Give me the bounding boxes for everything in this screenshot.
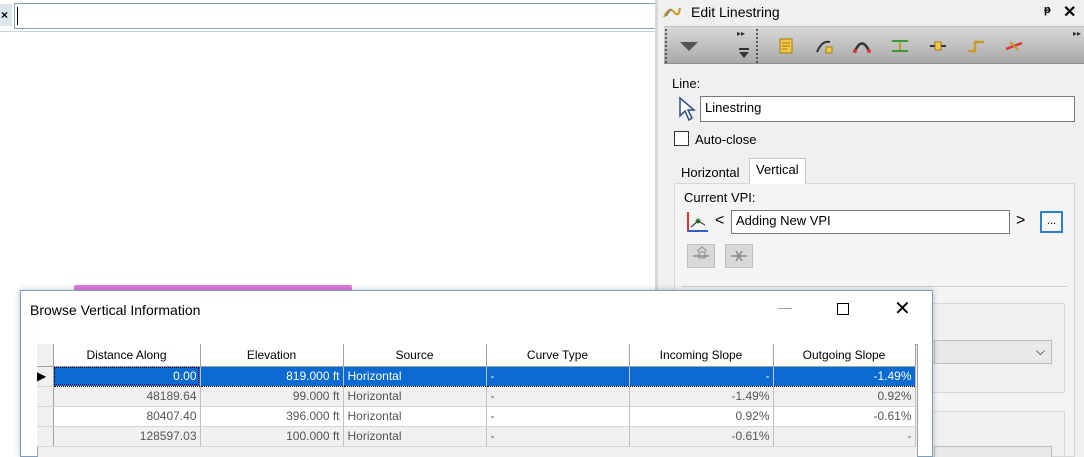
table-row[interactable]: 48189.64 99.000 ft Horizontal - -1.49% 0… <box>37 386 916 407</box>
overflow-chevron-icon[interactable] <box>738 47 750 59</box>
vpi-axes-icon <box>687 212 708 232</box>
outgoing-slope-cell[interactable]: -1.49% <box>773 366 916 387</box>
insert-icon[interactable] <box>928 36 948 56</box>
current-vpi-label: Current VPI: <box>684 190 756 205</box>
distance-cell[interactable]: 48189.64 <box>53 386 201 407</box>
auto-close-label: Auto-close <box>695 132 757 147</box>
chevron-down-icon: ⌵ <box>1035 344 1045 358</box>
dialog-title: Browse Vertical Information <box>30 302 201 318</box>
curve-type-cell[interactable]: - <box>486 386 630 407</box>
row-indicator <box>37 426 54 447</box>
document-tab-strip: × <box>0 0 655 32</box>
close-icon[interactable]: ✕ <box>1063 2 1076 22</box>
edit-toolbar: ▸▸ ▸▸ <box>664 26 1084 64</box>
incoming-slope-cell[interactable]: -0.61% <box>629 426 774 447</box>
line-label: Line: <box>672 76 701 91</box>
previous-vpi-button[interactable]: < <box>715 212 724 230</box>
incoming-slope-cell[interactable]: -1.49% <box>629 386 774 407</box>
close-tab-button[interactable]: × <box>0 4 12 26</box>
tab-horizontal[interactable]: Horizontal <box>676 163 745 183</box>
chevron-down-icon[interactable] <box>678 36 700 58</box>
linestring-edit-icon <box>663 7 681 18</box>
vpi-browse-button[interactable]: ... <box>1040 211 1063 233</box>
step-icon[interactable] <box>966 36 986 56</box>
close-dialog-button[interactable]: ✕ <box>894 296 911 321</box>
overflow-icon[interactable]: ▸▸ <box>737 29 745 38</box>
outgoing-slope-cell[interactable]: 0.92% <box>773 386 916 407</box>
maximize-button[interactable] <box>837 303 849 315</box>
panel-title-bar: Edit Linestring ᵽ ✕ <box>658 0 1084 24</box>
row-indicator <box>37 386 54 407</box>
elevation-cell[interactable]: 100.000 ft <box>200 426 344 447</box>
distance-cell[interactable]: 80407.40 <box>53 406 201 427</box>
column-header[interactable]: Incoming Slope <box>629 344 774 367</box>
distance-cell[interactable]: 128597.03 <box>53 426 201 447</box>
properties-dropdown-2[interactable] <box>934 446 1052 457</box>
add-point-icon[interactable] <box>814 36 834 56</box>
arc-icon[interactable] <box>852 36 872 56</box>
curve-type-cell[interactable]: - <box>486 426 630 447</box>
tab-vertical[interactable]: Vertical <box>749 158 806 184</box>
source-cell[interactable]: Horizontal <box>343 406 487 427</box>
delete-vpi-icon <box>731 250 747 262</box>
elevation-cell[interactable]: 819.000 ft <box>200 366 344 387</box>
table-row[interactable]: ▶ 0.00 819.000 ft Horizontal - - -1.49% <box>37 366 916 387</box>
browse-vertical-dialog: Browse Vertical Information — ✕ Distance… <box>20 290 933 457</box>
source-cell[interactable]: Horizontal <box>343 366 487 387</box>
toolbar-grip[interactable] <box>665 29 669 63</box>
table-row[interactable]: 128597.03 100.000 ft Horizontal - -0.61%… <box>37 426 916 447</box>
outgoing-slope-cell[interactable]: - <box>773 426 916 447</box>
toolbar-overflow-icon[interactable]: ▸▸ <box>1073 29 1081 38</box>
vertical-info-table: Distance Along Elevation Source Curve Ty… <box>37 344 916 447</box>
outgoing-slope-cell[interactable]: -0.61% <box>773 406 916 427</box>
column-header[interactable]: Curve Type <box>486 344 630 367</box>
column-header[interactable]: Source <box>343 344 487 367</box>
text-cursor <box>17 7 18 25</box>
current-vpi-input[interactable]: Adding New VPI <box>731 210 1010 234</box>
delete-segment-icon[interactable] <box>1004 36 1024 56</box>
properties-dropdown[interactable]: ⌵ <box>934 340 1052 364</box>
incoming-slope-cell[interactable]: - <box>629 366 774 387</box>
pin-icon[interactable]: ᵽ <box>1044 4 1051 16</box>
minimize-button[interactable]: — <box>778 299 792 315</box>
delete-vpi-button[interactable] <box>725 244 753 268</box>
elevation-cell[interactable]: 99.000 ft <box>200 386 344 407</box>
insert-vpi-icon <box>693 246 709 259</box>
curve-type-cell[interactable]: - <box>486 406 630 427</box>
distance-cell[interactable]: 0.00 <box>53 366 201 387</box>
separator <box>682 286 1067 287</box>
row-indicator <box>37 406 54 427</box>
column-header[interactable]: Elevation <box>200 344 344 367</box>
column-header[interactable]: Distance Along <box>53 344 201 367</box>
source-cell[interactable]: Horizontal <box>343 386 487 407</box>
source-cell[interactable]: Horizontal <box>343 426 487 447</box>
table-row[interactable]: 80407.40 396.000 ft Horizontal - 0.92% -… <box>37 406 916 427</box>
incoming-slope-cell[interactable]: 0.92% <box>629 406 774 427</box>
toolbar-grip-2[interactable] <box>756 29 760 63</box>
pointer-edit-icon[interactable] <box>776 36 796 56</box>
cursor-arrow-icon[interactable] <box>678 96 696 122</box>
document-tab-field[interactable] <box>14 3 655 29</box>
elevation-cell[interactable]: 396.000 ft <box>200 406 344 427</box>
next-vpi-button[interactable]: > <box>1016 212 1025 230</box>
align-icon[interactable] <box>890 36 910 56</box>
auto-close-checkbox[interactable] <box>674 131 689 146</box>
line-input[interactable]: Linestring <box>700 96 1075 122</box>
panel-title: Edit Linestring <box>691 4 780 20</box>
row-indicator: ▶ <box>37 366 54 387</box>
row-header-corner <box>37 344 54 367</box>
curve-type-cell[interactable]: - <box>486 366 630 387</box>
insert-vpi-button[interactable] <box>687 244 715 268</box>
column-header[interactable]: Outgoing Slope <box>773 344 916 367</box>
